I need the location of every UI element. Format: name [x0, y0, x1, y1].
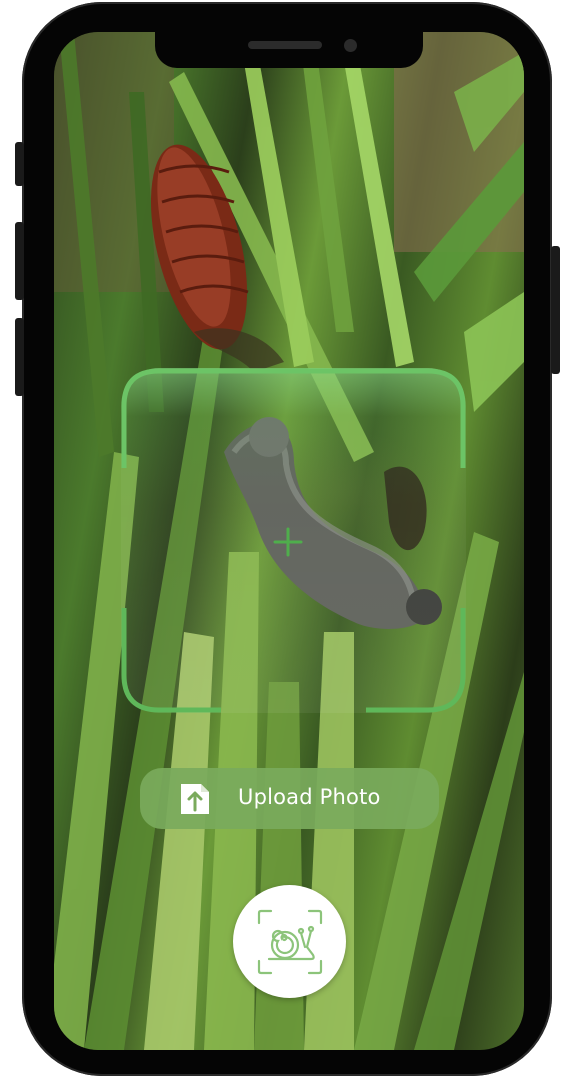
phone-notch	[155, 32, 423, 68]
power-button	[551, 246, 560, 374]
snail-scan-icon	[257, 909, 323, 975]
volume-up-button	[15, 222, 24, 300]
upload-photo-label: Upload Photo	[238, 785, 381, 809]
scan-frame	[121, 368, 466, 713]
upload-photo-button[interactable]: Upload Photo	[140, 768, 439, 829]
mute-switch	[15, 142, 24, 186]
volume-down-button	[15, 318, 24, 396]
capture-scan-button[interactable]	[233, 885, 346, 998]
upload-arrow-icon	[181, 784, 209, 814]
front-camera	[344, 39, 357, 52]
speaker-grille	[248, 41, 322, 49]
plus-crosshair-icon	[273, 527, 303, 557]
